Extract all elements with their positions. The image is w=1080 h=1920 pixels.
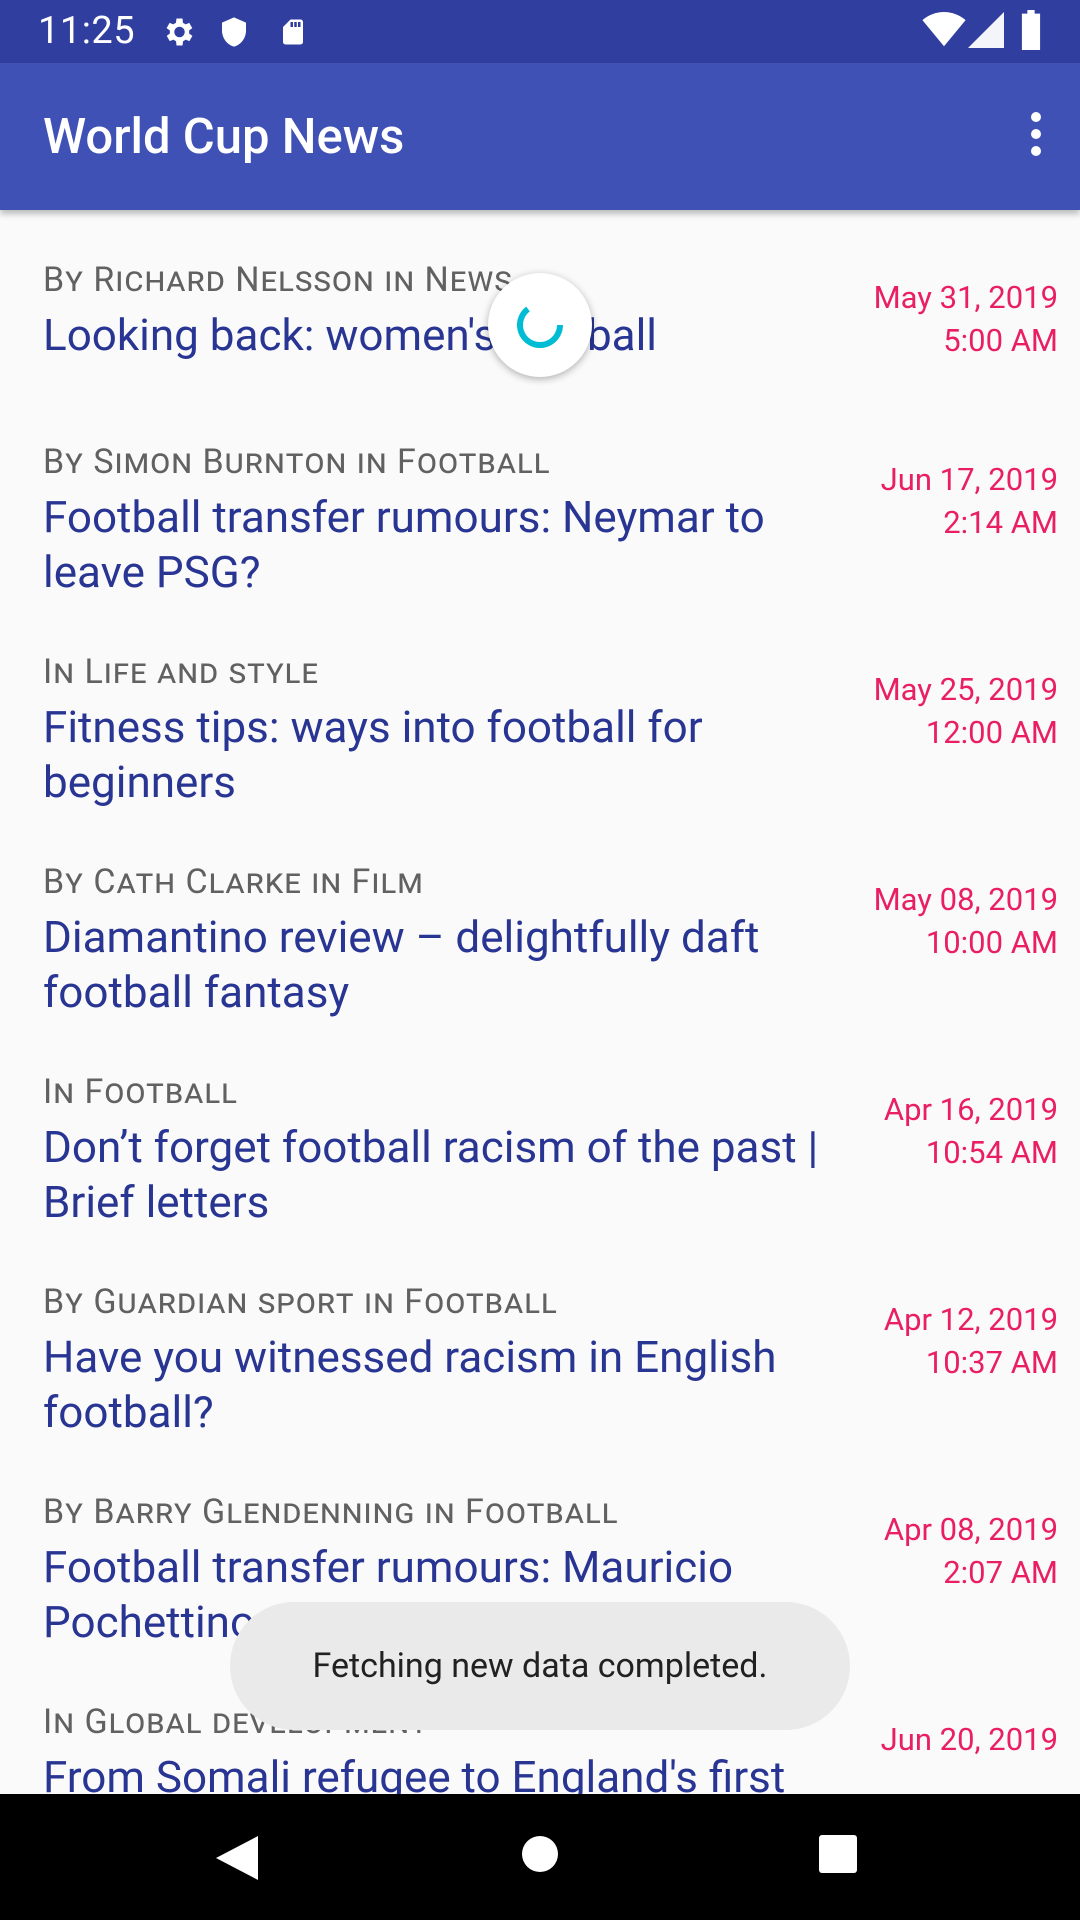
article-date: May 25, 2019 12:00 AM	[874, 668, 1058, 754]
article-date-day: May 08, 2019	[873, 881, 1058, 918]
refresh-spinner	[488, 273, 592, 377]
article-date: May 08, 2019 10:00 AM	[874, 878, 1058, 964]
toast-message: Fetching new data completed.	[312, 1646, 768, 1686]
wifi-icon	[922, 12, 966, 52]
article-byline: By Simon Burnton in Football	[43, 442, 551, 482]
list-item[interactable]: In Life and style Fitness tips: ways int…	[0, 602, 1080, 812]
article-byline: In Football	[43, 1072, 238, 1112]
article-date: Apr 16, 2019 10:54 AM	[884, 1088, 1058, 1174]
battery-icon	[1020, 10, 1042, 54]
nav-bar	[0, 1794, 1080, 1920]
home-icon[interactable]	[520, 1834, 560, 1878]
article-date-time: 5:00 AM	[943, 322, 1058, 359]
shield-icon	[218, 14, 250, 54]
article-date-time: 10:37 AM	[925, 1344, 1058, 1381]
article-date-day: Apr 16, 2019	[883, 1091, 1058, 1128]
list-item[interactable]: By Guardian sport in Football Have you w…	[0, 1232, 1080, 1442]
article-date-time: 10:00 AM	[925, 924, 1058, 961]
article-date-day: May 25, 2019	[873, 671, 1058, 708]
article-date: Apr 08, 2019 2:07 AM	[884, 1508, 1058, 1594]
list-item[interactable]: By Simon Burnton in Football Football tr…	[0, 392, 1080, 602]
article-headline: Diamantino review – delightfully daft fo…	[43, 911, 760, 1018]
article-date: Apr 12, 2019 10:37 AM	[884, 1298, 1058, 1384]
list-item[interactable]: In Football Don’t forget football racism…	[0, 1022, 1080, 1232]
article-date-time: 2:14 AM	[943, 504, 1058, 541]
sd-card-icon	[278, 14, 308, 54]
article-byline: By Guardian sport in Football	[43, 1282, 558, 1322]
article-date-time: 12:00 AM	[925, 714, 1058, 751]
article-byline: By Richard Nelsson in News	[43, 260, 513, 300]
app-title: World Cup News	[43, 108, 405, 165]
article-headline: Fitness tips: ways into football for beg…	[43, 701, 703, 808]
back-icon[interactable]	[214, 1834, 260, 1886]
signal-icon	[968, 12, 1004, 52]
article-byline: In Life and style	[43, 652, 320, 692]
article-date-day: Jun 17, 2019	[880, 461, 1058, 498]
settings-icon	[160, 14, 196, 54]
article-list[interactable]: By Richard Nelsson in News Looking back:…	[0, 210, 1080, 1794]
article-date: May 31, 2019 5:00 AM	[874, 276, 1058, 362]
article-headline: Football transfer rumours: Neymar to lea…	[43, 491, 765, 598]
article-headline: Don’t forget football racism of the past…	[43, 1121, 819, 1228]
recents-icon[interactable]	[818, 1834, 858, 1878]
status-time: 11:25	[38, 9, 136, 53]
article-date-time: 10:54 AM	[925, 1134, 1058, 1171]
more-vert-icon[interactable]	[1016, 105, 1056, 165]
article-headline: Looking back: women's football	[43, 309, 658, 361]
list-item[interactable]: By Cath Clarke in Film Diamantino review…	[0, 812, 1080, 1022]
status-bar: 11:25	[0, 0, 1080, 63]
toast: Fetching new data completed.	[230, 1602, 850, 1730]
article-date-day: Apr 12, 2019	[883, 1301, 1058, 1338]
article-byline: By Barry Glendenning in Football	[43, 1492, 619, 1532]
article-date-time: 2:07 AM	[943, 1554, 1058, 1591]
article-byline: By Cath Clarke in Film	[43, 862, 424, 902]
article-date-day: May 31, 2019	[873, 279, 1058, 316]
article-date: Jun 17, 2019 2:14 AM	[881, 458, 1058, 544]
article-date-day: Apr 08, 2019	[883, 1511, 1058, 1548]
article-headline: Have you witnessed racism in English foo…	[43, 1331, 777, 1438]
article-headline: From Somali refugee to England's first	[43, 1751, 786, 1794]
article-date-day: Jun 20, 2019	[880, 1721, 1058, 1758]
app-bar: World Cup News	[0, 63, 1080, 210]
article-date: Jun 20, 2019	[881, 1718, 1058, 1761]
spinner-arc-icon	[517, 306, 563, 348]
